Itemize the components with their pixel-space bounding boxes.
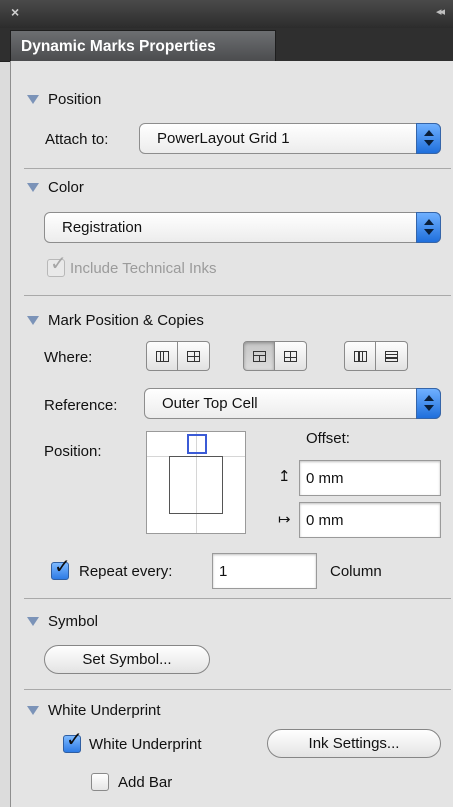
offset-horizontal-icon: ↦ — [278, 511, 291, 528]
divider — [24, 598, 451, 599]
select-arrows-icon — [416, 212, 441, 243]
reference-label: Reference: — [44, 397, 118, 414]
tab-strip: Dynamic Marks Properties — [0, 28, 453, 62]
repeat-every-checkbox[interactable]: ✓ — [51, 557, 71, 580]
disclosure-triangle-icon[interactable] — [27, 182, 39, 192]
section-title: Position — [48, 90, 102, 108]
offset-label: Offset: — [306, 430, 350, 447]
select-arrows-icon — [416, 388, 441, 419]
section-title: Mark Position & Copies — [48, 311, 204, 329]
section-title: White Underprint — [48, 701, 161, 719]
white-underprint-label: White Underprint — [89, 736, 202, 753]
attach-to-label: Attach to: — [45, 131, 109, 148]
collapse-panel-icon[interactable]: ◂◂ — [436, 5, 445, 18]
cell-outline — [169, 456, 223, 514]
divider — [24, 168, 451, 169]
attach-to-value: PowerLayout Grid 1 — [157, 130, 290, 147]
repeat-every-label: Repeat every: — [79, 563, 173, 580]
set-symbol-button[interactable]: Set Symbol... — [44, 645, 210, 674]
position-picker[interactable] — [146, 431, 246, 534]
section-header-color[interactable]: Color — [27, 177, 84, 197]
disclosure-triangle-icon[interactable] — [27, 616, 39, 626]
color-select[interactable]: Registration — [44, 212, 441, 243]
divider — [24, 689, 451, 690]
grid-columns-icon — [353, 350, 367, 362]
repeat-unit-label: Column — [330, 563, 382, 580]
disclosure-triangle-icon[interactable] — [27, 705, 39, 715]
where-group-3 — [344, 341, 408, 371]
properties-panel: Position Attach to: PowerLayout Grid 1 C… — [10, 61, 453, 807]
ink-settings-button[interactable]: Ink Settings... — [267, 729, 441, 758]
color-value: Registration — [62, 219, 143, 236]
where-label: Where: — [44, 349, 93, 366]
section-header-mark-position[interactable]: Mark Position & Copies — [27, 310, 204, 330]
where-left-inner-button[interactable] — [178, 341, 210, 371]
section-header-symbol[interactable]: Symbol — [27, 611, 98, 631]
attach-to-select[interactable]: PowerLayout Grid 1 — [139, 123, 441, 154]
mark-position-indicator[interactable] — [187, 434, 207, 454]
include-technical-inks-label: Include Technical Inks — [70, 260, 217, 277]
divider — [24, 295, 451, 296]
grid-left-icon — [155, 350, 169, 362]
white-underprint-checkbox[interactable]: ✓ — [63, 730, 83, 753]
repeat-every-input[interactable]: 1 — [212, 553, 317, 589]
add-bar-checkbox[interactable] — [91, 773, 109, 791]
offset-vertical-icon: ↥ — [278, 468, 291, 485]
grid-right-icon — [187, 350, 200, 362]
position-label: Position: — [44, 443, 102, 460]
offset-vertical-input[interactable]: 0 mm — [299, 460, 441, 496]
include-technical-inks-checkbox[interactable]: ✓ — [47, 254, 67, 277]
offset-horizontal-input[interactable]: 0 mm — [299, 502, 441, 538]
grid-rows-icon — [385, 350, 398, 362]
where-left-outer-button[interactable] — [146, 341, 178, 371]
where-group-1 — [146, 341, 210, 371]
checkmark-icon: ✓ — [66, 729, 83, 751]
section-title: Symbol — [48, 612, 99, 630]
where-rows-button[interactable] — [376, 341, 408, 371]
where-group-2 — [243, 341, 307, 371]
reference-select[interactable]: Outer Top Cell — [144, 388, 441, 419]
checkmark-icon: ✓ — [54, 556, 71, 578]
select-arrows-icon — [416, 123, 441, 154]
disclosure-triangle-icon[interactable] — [27, 94, 39, 104]
panel-title-bar: × ◂◂ — [0, 0, 453, 28]
grid-top-icon — [252, 350, 266, 362]
section-header-position[interactable]: Position — [27, 89, 101, 109]
checkmark-icon: ✓ — [50, 253, 67, 275]
where-bottom-button[interactable] — [275, 341, 307, 371]
where-columns-button[interactable] — [344, 341, 376, 371]
where-segmented-control — [146, 341, 446, 371]
tab-dynamic-marks-properties[interactable]: Dynamic Marks Properties — [10, 30, 276, 61]
close-icon[interactable]: × — [11, 4, 19, 20]
where-top-button[interactable] — [243, 341, 275, 371]
add-bar-label: Add Bar — [118, 774, 173, 791]
grid-bottom-icon — [284, 350, 297, 362]
reference-value: Outer Top Cell — [162, 395, 258, 412]
disclosure-triangle-icon[interactable] — [27, 315, 39, 325]
section-title: Color — [48, 178, 84, 196]
section-header-white-underprint[interactable]: White Underprint — [27, 700, 161, 720]
